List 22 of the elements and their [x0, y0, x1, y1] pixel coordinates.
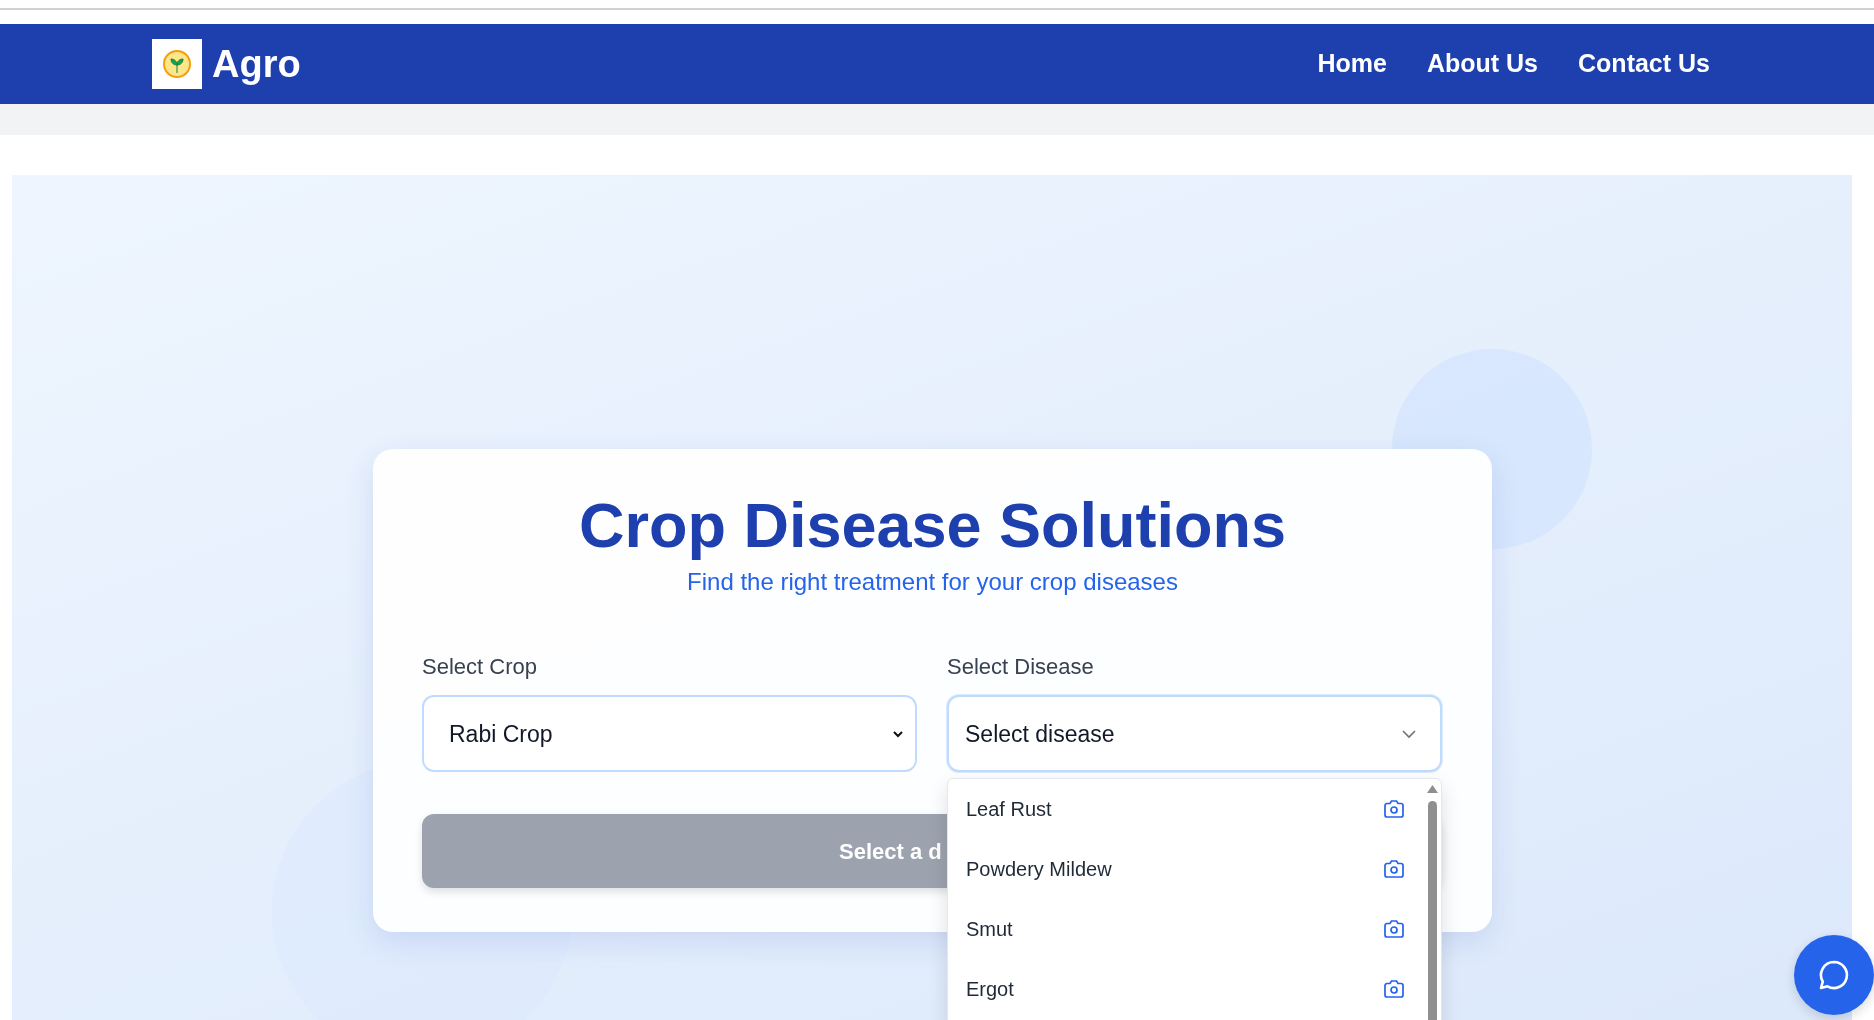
- option-label: Ergot: [966, 977, 1014, 1002]
- crop-select[interactable]: Rabi Crop: [422, 695, 917, 773]
- nav-link[interactable]: Contact Us: [1578, 45, 1710, 83]
- option-label: Powdery Mildew: [966, 857, 1112, 882]
- disease-select[interactable]: Select disease: [947, 695, 1442, 773]
- dropdown-option[interactable]: Ergot: [948, 959, 1441, 1019]
- field-label: Select Crop: [422, 653, 538, 682]
- page-title: Crop Disease Solutions: [577, 491, 1288, 561]
- logo-icon: [152, 39, 202, 89]
- camera-icon: [1383, 799, 1405, 819]
- option-label: Smut: [966, 917, 1013, 942]
- camera-icon: [1383, 919, 1405, 939]
- dropdown-option[interactable]: Smut: [948, 899, 1441, 959]
- scroll-up-arrow-icon: [1427, 785, 1438, 793]
- scrollbar[interactable]: [1428, 801, 1437, 1020]
- camera-icon: [1383, 979, 1405, 999]
- subtitle: Find the right treatment for your crop diseases: [686, 567, 1179, 598]
- brand-name[interactable]: Agro: [212, 35, 301, 93]
- field-label: Select Disease: [947, 653, 1095, 682]
- nav-link[interactable]: Home: [1317, 45, 1387, 83]
- camera-icon: [1383, 859, 1405, 879]
- nav-link[interactable]: About Us: [1426, 45, 1539, 83]
